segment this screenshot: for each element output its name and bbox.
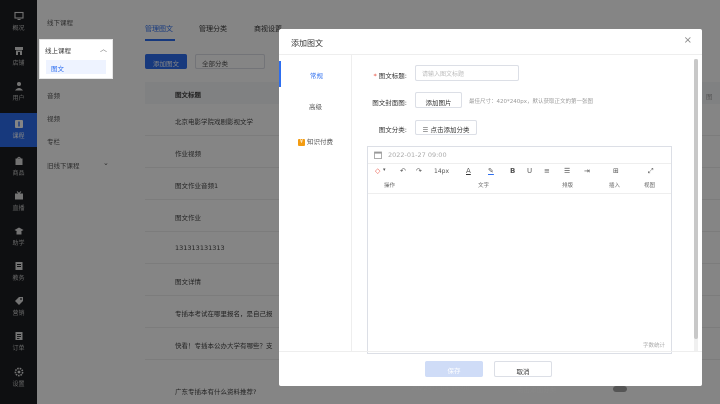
toolgroup-operation: 操作 <box>384 183 396 189</box>
subnav-article[interactable]: 图文 <box>46 60 106 74</box>
chevron-down-icon[interactable]: ▾ <box>383 167 386 173</box>
insert-icon[interactable]: ⊞ <box>613 167 619 175</box>
dialog-title: 添加图文 <box>291 39 323 48</box>
editor-toolbar: ◇ ▾ ↶ ↷ 操作 14px A ✎ B U 文字 ≡ ☰ ⇥ 排版 ⊞ 插入… <box>368 164 671 194</box>
title-input[interactable]: 请输入图文标题 <box>415 65 519 81</box>
dialog-scrollbar[interactable] <box>694 59 698 351</box>
category-label: 图文分类: <box>378 126 407 134</box>
cover-size-hint: 最佳尺寸：420*240px，默认获取正文的第一张图 <box>469 99 593 105</box>
online-course-menu: 线上课程 ︿ 图文 <box>40 40 112 78</box>
tab-knowledge-pay[interactable]: ¥ 知识付费 <box>279 128 352 154</box>
row-toggle[interactable] <box>613 386 627 392</box>
chevron-up-icon[interactable]: ︿ <box>100 44 107 54</box>
tab-knowledge-pay-label: 知识付费 <box>307 138 333 146</box>
close-icon[interactable]: × <box>684 35 692 46</box>
font-size-select[interactable]: 14px <box>434 168 449 175</box>
knowledge-icon: ¥ <box>298 138 305 146</box>
align-icon[interactable]: ≡ <box>544 167 550 175</box>
cover-label: 图文封面图: <box>372 99 407 107</box>
calendar-icon <box>374 151 382 159</box>
toolgroup-layout: 排版 <box>562 183 574 189</box>
dialog-side-tabs: 常规 高级 ¥ 知识付费 <box>279 55 352 351</box>
scrollbar-thumb[interactable] <box>694 59 698 339</box>
cancel-button[interactable]: 取消 <box>494 361 552 377</box>
undo-icon[interactable]: ↶ <box>400 167 406 175</box>
word-count: 字数统计 <box>642 343 665 349</box>
add-category-button[interactable]: ☰ 点击添加分类 <box>415 120 477 135</box>
eraser-icon[interactable]: ◇ <box>375 167 380 175</box>
subnav-online-header[interactable]: 线上课程 <box>45 45 71 55</box>
fullscreen-icon[interactable]: ⤢ <box>648 167 654 176</box>
toolgroup-view: 视图 <box>644 183 656 189</box>
list-icon[interactable]: ☰ <box>564 167 570 175</box>
indent-icon[interactable]: ⇥ <box>584 167 590 175</box>
toolgroup-text: 文字 <box>478 183 490 189</box>
save-button[interactable]: 保存 <box>425 361 483 377</box>
toolgroup-insert: 插入 <box>609 183 621 189</box>
right-peek-header: 图 <box>706 93 713 101</box>
publish-date-field[interactable]: 2022-01-27 09:00 <box>368 147 671 164</box>
underline-icon[interactable]: U <box>527 167 532 175</box>
bold-icon[interactable]: B <box>510 167 515 175</box>
rich-text-editor: 2022-01-27 09:00 ◇ ▾ ↶ ↷ 操作 14px A ✎ B U… <box>367 146 672 354</box>
add-image-button[interactable]: 添加图片 <box>415 92 462 108</box>
tab-general[interactable]: 常规 <box>279 61 352 87</box>
font-color-icon[interactable]: A <box>466 167 471 175</box>
title-label: * 图文标题: <box>373 72 407 80</box>
tab-advanced[interactable]: 高级 <box>279 92 352 118</box>
redo-icon[interactable]: ↷ <box>416 167 422 175</box>
highlight-icon[interactable]: ✎ <box>488 167 494 175</box>
editor-body[interactable] <box>368 195 671 345</box>
dialog-footer: 保存 取消 <box>279 351 702 386</box>
add-article-dialog: 添加图文 × 常规 高级 ¥ 知识付费 * 图文标题: 请输入图文标题 图文封面图… <box>279 29 702 386</box>
